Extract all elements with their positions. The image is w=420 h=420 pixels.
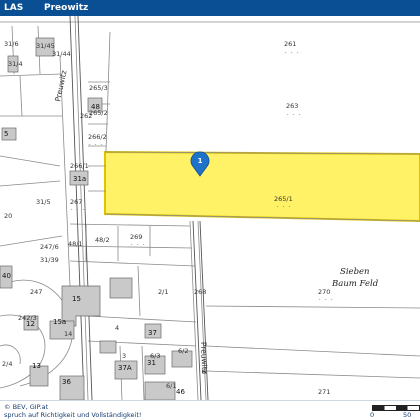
building-number-37: 37 xyxy=(148,329,157,337)
parcel-label-6-1: 6/1 xyxy=(166,382,176,390)
building-number-15a: 15a xyxy=(53,318,66,326)
scale-label-value: 50 xyxy=(403,411,412,419)
building-number-5: 5 xyxy=(4,130,8,138)
parcel-label-31-6: 31/6 xyxy=(4,40,19,48)
parcel-label-14: 14 xyxy=(64,330,72,338)
dashes-270: - - - xyxy=(318,297,333,303)
parcel-label-2-1: 2/1 xyxy=(158,288,168,296)
dashes-265-1: - - - xyxy=(276,204,291,210)
scale-label-zero: 0 xyxy=(370,411,375,419)
scale-bar xyxy=(372,405,420,411)
parcel-label-31-39: 31/39 xyxy=(40,256,59,264)
parcel-label-261: 261 xyxy=(284,40,296,48)
cadastral-map[interactable]: 261 - - - 263 - - - 265/1 - - - 265/3 26… xyxy=(0,16,420,400)
parcel-label-268: 268 xyxy=(194,288,206,296)
parcel-label-3: 3 xyxy=(122,352,126,360)
parcel-label-271: 271 xyxy=(318,388,330,396)
marker-label: 1 xyxy=(198,157,203,165)
copyright-text: © BEV, GIP.at xyxy=(4,403,49,411)
parcel-label-31-45: 31/45 xyxy=(36,42,55,50)
parcel-label-266-1: 266/1 xyxy=(70,162,89,170)
parcel-label-2-4: 2/4 xyxy=(2,360,12,368)
parcel-label-247: 247 xyxy=(30,288,42,296)
parcel-label-270: 270 xyxy=(318,288,330,296)
building-number-46: 46 xyxy=(176,388,185,396)
building-number-40: 40 xyxy=(2,272,11,280)
field-name-line2: Baum Feld xyxy=(331,279,379,289)
parcel-label-31-5: 31/5 xyxy=(36,198,51,206)
parcel-label-267: 267 xyxy=(70,198,82,206)
map-viewer: LAS Preowitz 261 - - - 263 - - - 265/1 -… xyxy=(0,0,420,420)
building-number-48: 48 xyxy=(91,103,100,111)
parcel-label-48-2: 48/2 xyxy=(95,236,110,244)
dashes-261: - - - xyxy=(284,50,299,56)
field-name-line1: Sieben xyxy=(340,267,370,277)
building-number-37a: 37A xyxy=(118,364,132,372)
map-footer: © BEV, GIP.at spruch auf Richtigkeit und… xyxy=(0,400,420,420)
parcel-label-265-3: 265/3 xyxy=(89,84,108,92)
parcel-label-266-2: 266/2 xyxy=(88,133,107,141)
building-number-12: 12 xyxy=(26,320,35,328)
parcel-label-48-1: 48/1 xyxy=(68,240,83,248)
app-title-fragment: LAS xyxy=(4,3,24,13)
location-title: Preowitz xyxy=(44,3,89,13)
building-number-31: 31 xyxy=(147,359,156,367)
dashes-266-2: - - - xyxy=(88,142,103,148)
building-4 xyxy=(99,340,117,354)
parcel-label-247-6: 247/6 xyxy=(40,243,59,251)
parcel-label-265-1: 265/1 xyxy=(274,195,293,203)
dashes-267: - - - xyxy=(70,207,85,213)
parcel-label-269: 269 xyxy=(130,233,142,241)
dashes-269: - - - xyxy=(130,242,145,248)
parcel-label-6-2: 6/2 xyxy=(178,347,188,355)
parcel-label-262: 262 xyxy=(80,112,92,120)
disclaimer-text: spruch auf Richtigkeit und Vollständigke… xyxy=(4,411,142,419)
building-number-15: 15 xyxy=(72,295,81,303)
building-number-36: 36 xyxy=(62,378,71,386)
parcel-label-263: 263 xyxy=(286,102,298,110)
parcel-label-31-4: 31/4 xyxy=(8,60,23,68)
selected-parcel-highlight[interactable] xyxy=(104,150,420,223)
building-number-13: 13 xyxy=(32,362,41,370)
building-large xyxy=(109,277,133,299)
dashes-263: - - - xyxy=(286,112,301,118)
street-label-lower: Preuwitz xyxy=(199,342,209,374)
building-number-31a: 31a xyxy=(73,175,86,183)
parcel-label-4: 4 xyxy=(115,324,119,332)
parcel-label-20: 20 xyxy=(4,212,12,220)
title-bar: LAS Preowitz xyxy=(0,0,420,16)
parcel-label-31-44: 31/44 xyxy=(52,50,71,58)
